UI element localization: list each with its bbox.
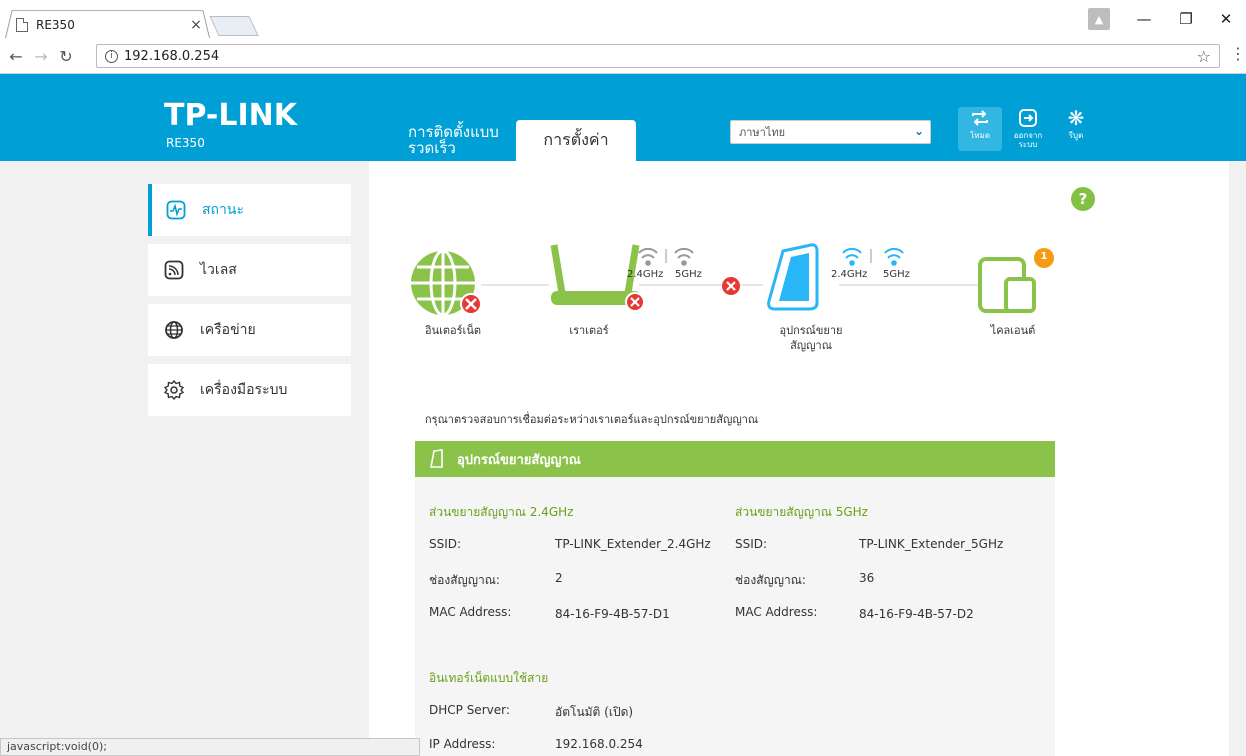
main-panel: ? 1 2.4GHz 5GHz 2.4GHz 5GHz อินเตอร์เน็ต… xyxy=(369,161,1229,756)
browser-tabstrip: RE350 × ▲ — ❐ ✕ xyxy=(0,0,1246,38)
extender-band-24-label: 2.4GHz xyxy=(831,269,868,280)
range-extender-icon xyxy=(767,243,819,311)
brand-logo: TP-LINK xyxy=(164,98,298,133)
band24-ssid: TP-LINK_Extender_2.4GHz xyxy=(555,537,711,551)
band24-title: ส่วนขยายสัญญาณ 2.4GHz xyxy=(429,505,574,519)
bookmark-star-icon[interactable]: ☆ xyxy=(1197,47,1211,66)
router-header: TP-LINK RE350 การติดตั้งแบบรวดเร็ว การตั… xyxy=(0,74,1246,161)
sidebar-item-label: เครือข่าย xyxy=(200,322,256,338)
browser-toolbar: ← → ↻ i 192.168.0.254 ☆ xyxy=(0,38,1246,74)
info-icon[interactable]: i xyxy=(105,49,118,63)
ip-label: IP Address: xyxy=(429,737,496,751)
browser-menu-icon[interactable]: ⋮ xyxy=(1230,44,1246,63)
band5-mac: 84-16-F9-4B-57-D2 xyxy=(859,607,974,621)
address-bar[interactable]: i 192.168.0.254 ☆ xyxy=(96,44,1220,68)
tab-quick-setup[interactable]: การติดตั้งแบบรวดเร็ว xyxy=(408,124,508,156)
internet-label: อินเตอร์เน็ต xyxy=(425,324,481,337)
extender-band-5-label: 5GHz xyxy=(883,269,910,280)
tab-title: RE350 xyxy=(36,18,75,32)
client-count: 1 xyxy=(1040,251,1048,262)
router-label: เราเตอร์ xyxy=(569,324,609,337)
band5-mac-label: MAC Address: xyxy=(735,605,818,619)
reboot-label: รีบูต xyxy=(1068,131,1084,140)
band5-channel-label: ช่องสัญญาณ: xyxy=(735,573,806,587)
reload-icon[interactable]: ↻ xyxy=(56,46,76,66)
help-icon[interactable]: ? xyxy=(1071,187,1095,211)
chevron-down-icon: ⌄ xyxy=(913,124,924,138)
extender-wifi-24-icon xyxy=(842,247,862,266)
forward-icon[interactable]: → xyxy=(31,46,51,66)
close-window-icon[interactable]: ✕ xyxy=(1212,8,1240,30)
new-tab-button[interactable] xyxy=(209,16,259,36)
model-name: RE350 xyxy=(166,136,205,150)
globe-icon xyxy=(164,320,184,340)
reboot-icon: ❋ xyxy=(1067,105,1085,130)
extender-details: ส่วนขยายสัญญาณ 2.4GHz SSID: TP-LINK_Exte… xyxy=(415,477,1055,756)
status-icon xyxy=(166,200,186,220)
sidebar-item-label: สถานะ xyxy=(202,202,244,218)
band5-title: ส่วนขยายสัญญาณ 5GHz xyxy=(735,505,868,519)
back-icon[interactable]: ← xyxy=(6,46,26,66)
mode-label: โหมด xyxy=(969,131,991,140)
router-error-icon xyxy=(625,292,645,312)
wireless-icon xyxy=(164,260,184,280)
sidebar-item-network[interactable]: เครือข่าย xyxy=(148,304,351,356)
extender-label-line2: สัญญาณ xyxy=(790,339,832,352)
minimize-icon[interactable]: — xyxy=(1130,8,1158,30)
band24-mac: 84-16-F9-4B-57-D1 xyxy=(555,607,670,621)
sidebar-item-label: เครื่องมือระบบ xyxy=(200,382,288,398)
extender-icon xyxy=(430,449,443,468)
user-profile-icon[interactable]: ▲ xyxy=(1088,8,1110,30)
browser-tab-content[interactable]: RE350 × xyxy=(16,13,206,37)
logout-label: ออกจากระบบ xyxy=(1013,131,1043,149)
band24-mac-label: MAC Address: xyxy=(429,605,512,619)
band5-ssid: TP-LINK_Extender_5GHz xyxy=(859,537,1004,551)
reboot-button[interactable]: ❋ รีบูต xyxy=(1058,107,1094,153)
extender-section-title: อุปกรณ์ขยายสัญญาณ xyxy=(457,452,581,468)
mode-switch-icon xyxy=(967,107,993,129)
router-wifi-5-icon xyxy=(674,247,694,266)
sidebar-item-wireless[interactable]: ไวเลส xyxy=(148,244,351,296)
url-text: 192.168.0.254 xyxy=(124,48,220,64)
language-value: ภาษาไทย xyxy=(739,126,786,139)
extender-wifi-5-icon xyxy=(884,247,904,266)
router-wifi-24-icon xyxy=(638,247,658,266)
tab-close-icon[interactable]: × xyxy=(186,17,206,33)
restore-icon[interactable]: ❐ xyxy=(1172,8,1200,30)
gear-icon xyxy=(164,380,184,400)
sidebar-item-system-tools[interactable]: เครื่องมือระบบ xyxy=(148,364,351,416)
router-band-5-label: 5GHz xyxy=(675,269,702,280)
band5-ssid-label: SSID: xyxy=(735,537,768,551)
tab-settings[interactable]: การตั้งค่า xyxy=(516,120,636,161)
connection-message: กรุณาตรวจสอบการเชื่อมต่อระหว่างเราเตอร์แ… xyxy=(425,413,759,426)
connection-error-icon xyxy=(722,277,740,295)
sidebar-item-label: ไวเลส xyxy=(200,262,237,278)
language-select[interactable]: ภาษาไทย ⌄ xyxy=(730,120,931,144)
mode-button[interactable]: โหมด xyxy=(958,107,1002,151)
band24-channel: 2 xyxy=(555,571,563,585)
logout-icon xyxy=(1015,107,1041,129)
dhcp-value: อัตโนมัติ (เปิด) xyxy=(555,705,634,719)
router-band-24-label: 2.4GHz xyxy=(627,269,664,280)
network-topology xyxy=(411,243,1054,317)
internet-error-icon xyxy=(460,293,482,315)
browser-status-bar: javascript:void(0); xyxy=(0,738,420,756)
band24-channel-label: ช่องสัญญาณ: xyxy=(429,573,500,587)
page-icon xyxy=(16,18,28,32)
wired-title: อินเทอร์เน็ตแบบใช้สาย xyxy=(429,671,549,685)
sidebar: สถานะ ไวเลส เครือข่าย เครื่องมือระบบ xyxy=(148,184,351,424)
sidebar-item-status[interactable]: สถานะ xyxy=(148,184,351,236)
clients-device-icon xyxy=(978,257,1036,313)
ip-value: 192.168.0.254 xyxy=(555,737,643,751)
dhcp-label: DHCP Server: xyxy=(429,703,510,717)
band5-channel: 36 xyxy=(859,571,875,585)
clients-label: ไคลเอนต์ xyxy=(990,324,1036,337)
band24-ssid-label: SSID: xyxy=(429,537,462,551)
logout-button[interactable]: ออกจากระบบ xyxy=(1006,107,1050,153)
extender-section-header[interactable]: อุปกรณ์ขยายสัญญาณ xyxy=(415,441,1055,477)
